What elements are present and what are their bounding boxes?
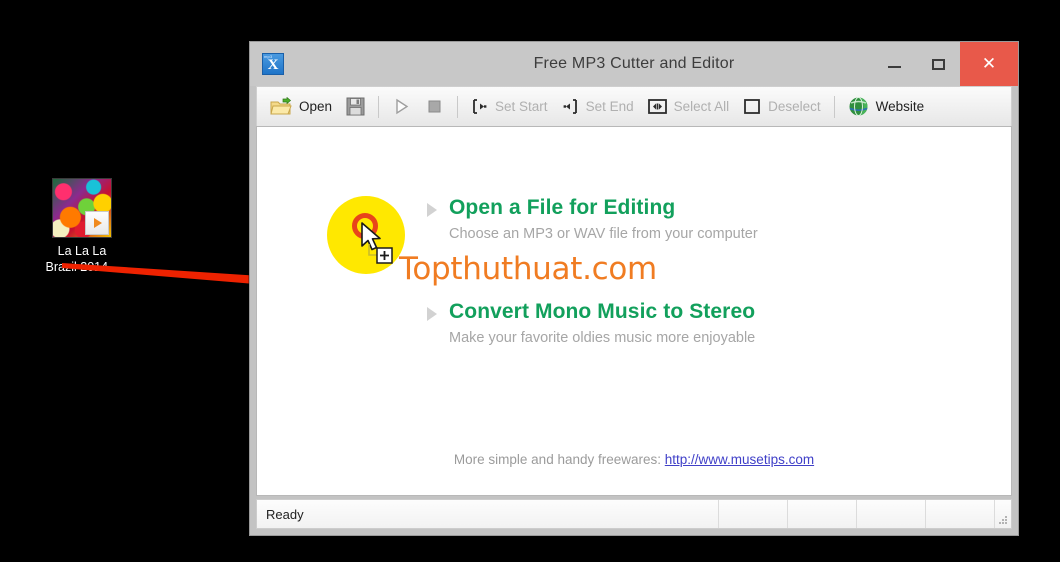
action-subtitle-open-file: Choose an MP3 or WAV file from your comp… <box>449 226 758 242</box>
title-bar[interactable]: mp3 X Free MP3 Cutter and Editor ✕ <box>250 42 1018 86</box>
status-cell <box>857 500 926 528</box>
triangle-bullet-icon <box>427 307 437 321</box>
toolbar-label-set-start: Set Start <box>495 99 548 114</box>
status-cell <box>788 500 857 528</box>
set-end-icon <box>562 98 579 115</box>
toolbar-button-save[interactable] <box>339 92 372 122</box>
toolbar-button-set-end[interactable]: Set End <box>555 92 641 122</box>
desktop-icon-la-la-la[interactable]: La La La Brazil 2014... <box>36 178 128 275</box>
toolbar-separator <box>378 95 380 118</box>
action-subtitle-convert: Make your favorite oldies music more enj… <box>449 330 756 346</box>
application-window: mp3 X Free MP3 Cutter and Editor ✕ Open … <box>249 41 1019 536</box>
status-bar: Ready <box>256 499 1012 529</box>
footer-note-prefix: More simple and handy freewares: <box>453 452 662 467</box>
status-cell <box>719 500 788 528</box>
play-badge-icon <box>85 211 109 235</box>
toolbar-button-set-start[interactable]: Set Start <box>464 92 555 122</box>
minimize-icon <box>887 66 901 68</box>
status-message: Ready <box>257 500 719 528</box>
album-art-thumbnail <box>52 178 112 238</box>
maximize-button[interactable] <box>916 42 960 86</box>
desktop-background: La La La Brazil 2014... mp3 X Free MP3 C… <box>0 0 1060 562</box>
toolbar-label-deselect: Deselect <box>768 99 821 114</box>
open-folder-icon <box>270 96 292 117</box>
window-controls: ✕ <box>872 42 1018 86</box>
set-start-icon <box>471 98 488 115</box>
save-floppy-icon <box>346 97 365 116</box>
play-icon <box>392 97 411 116</box>
watermark-topthuthuat: Topthuthuat.com <box>399 251 657 287</box>
content-panel: Open a File for Editing Choose an MP3 or… <box>256 126 1012 496</box>
stop-icon <box>425 97 444 116</box>
close-icon: ✕ <box>981 54 997 73</box>
close-button[interactable]: ✕ <box>960 42 1018 86</box>
status-cell <box>926 500 995 528</box>
toolbar-button-play[interactable] <box>385 92 418 122</box>
resize-grip-icon[interactable] <box>995 500 1011 528</box>
toolbar-button-stop[interactable] <box>418 92 451 122</box>
toolbar-label-open: Open <box>299 99 333 114</box>
toolbar-separator <box>457 95 459 118</box>
footer-note: More simple and handy freewares: http://… <box>257 452 1011 467</box>
action-title-convert: Convert Mono Music to Stereo <box>449 300 756 323</box>
toolbar-label-select-all: Select All <box>673 99 730 114</box>
toolbar-label-website: Website <box>875 99 925 114</box>
action-convert-mono-to-stereo[interactable]: Convert Mono Music to Stereo Make your f… <box>427 299 755 348</box>
toolbar-button-select-all[interactable]: Select All <box>641 92 737 122</box>
triangle-bullet-icon <box>427 203 437 217</box>
toolbar-button-open[interactable]: Open <box>263 92 339 122</box>
action-title-open-file: Open a File for Editing <box>449 196 676 219</box>
maximize-icon <box>931 58 945 70</box>
toolbar-separator <box>833 95 835 118</box>
footer-link-musetips[interactable]: http://www.musetips.com <box>665 452 814 467</box>
select-all-icon <box>647 98 667 115</box>
globe-website-icon <box>848 96 869 117</box>
toolbar-label-set-end: Set End <box>585 99 634 114</box>
deselect-icon <box>743 98 761 115</box>
minimize-button[interactable] <box>872 42 916 86</box>
toolbar-button-website[interactable]: Website <box>841 92 932 122</box>
action-open-file[interactable]: Open a File for Editing Choose an MP3 or… <box>427 195 758 244</box>
toolbar-button-deselect[interactable]: Deselect <box>736 92 828 122</box>
toolbar: Open Set Start Set End Select All Desele… <box>256 86 1012 126</box>
desktop-icon-label: La La La Brazil 2014... <box>45 244 119 274</box>
